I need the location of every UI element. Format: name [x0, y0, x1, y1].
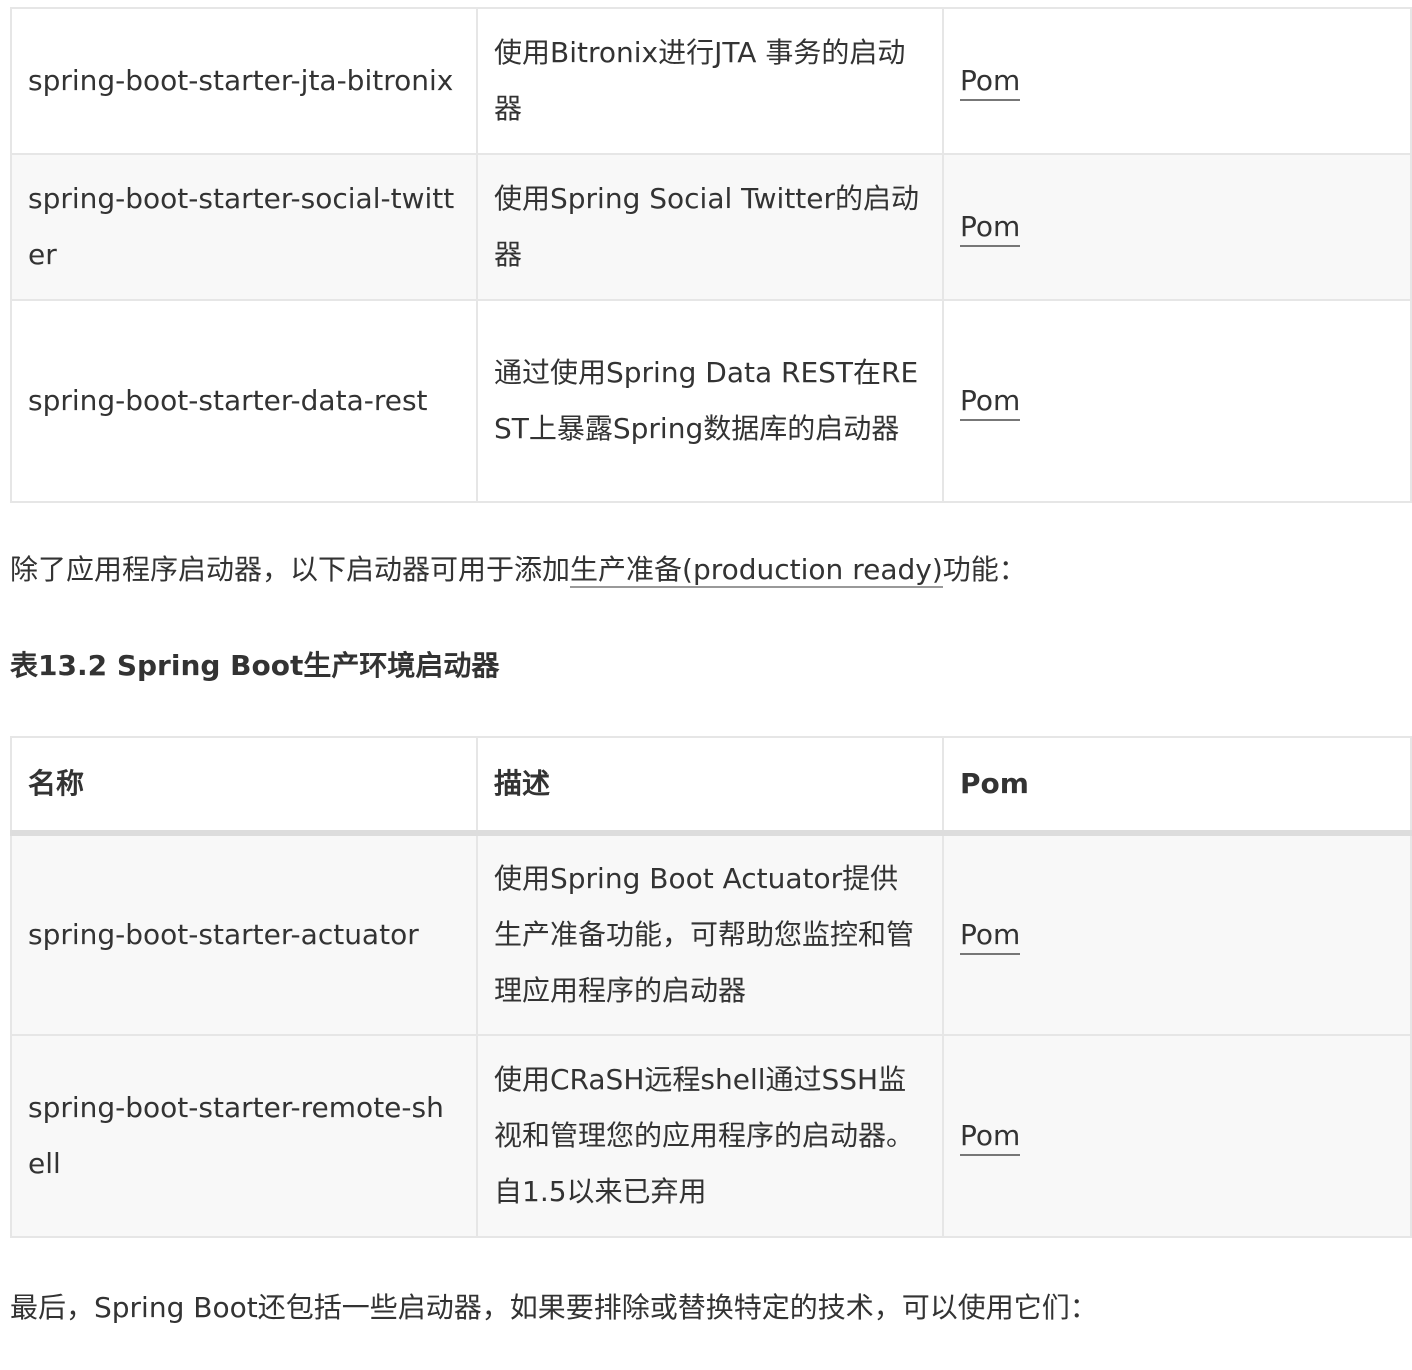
- starter-description-cell: 使用CRaSH远程shell通过SSH监视和管理您的应用程序的启动器。 自1.5…: [476, 1034, 944, 1238]
- starters-table-continued: spring-boot-starter-jta-bitronix 使用Bitro…: [10, 7, 1412, 503]
- paragraph-text: 功能：: [942, 553, 1027, 586]
- column-header-pom: Pom: [942, 736, 1412, 836]
- closing-paragraph: 最后，Spring Boot还包括一些启动器，如果要排除或替换特定的技术，可以使…: [10, 1291, 1098, 1324]
- pom-cell: Pom: [942, 299, 1412, 503]
- table-row: spring-boot-starter-data-rest 通过使用Spring…: [10, 299, 1412, 503]
- starter-name-cell: spring-boot-starter-jta-bitronix: [10, 7, 478, 155]
- paragraph-text: 除了应用程序启动器，以下启动器可用于添加: [10, 553, 571, 586]
- table-caption: 表13.2 Spring Boot生产环境启动器: [10, 649, 500, 682]
- starter-description-cell: 使用Spring Boot Actuator提供生产准备功能，可帮助您监控和管理…: [476, 832, 944, 1036]
- pom-cell: Pom: [942, 832, 1412, 1036]
- intro-paragraph: 除了应用程序启动器，以下启动器可用于添加生产准备(production read…: [10, 550, 1027, 590]
- starter-name-cell: spring-boot-starter-actuator: [10, 832, 478, 1036]
- table-row: spring-boot-starter-remote-shell 使用CRaSH…: [10, 1034, 1412, 1238]
- pom-cell: Pom: [942, 1034, 1412, 1238]
- column-header-name: 名称: [10, 736, 478, 836]
- production-starters-table: 名称 描述 Pom spring-boot-starter-actuator 使…: [10, 736, 1412, 1238]
- starter-name-cell: spring-boot-starter-social-twitter: [10, 153, 478, 301]
- starter-description-cell: 使用Bitronix进行JTA 事务的启动器: [476, 7, 944, 155]
- pom-link[interactable]: Pom: [960, 210, 1021, 247]
- pom-cell: Pom: [942, 153, 1412, 301]
- pom-link[interactable]: Pom: [960, 384, 1021, 421]
- starter-name-cell: spring-boot-starter-remote-shell: [10, 1034, 478, 1238]
- pom-link[interactable]: Pom: [960, 1119, 1021, 1156]
- column-header-description: 描述: [476, 736, 944, 836]
- pom-link[interactable]: Pom: [960, 64, 1021, 101]
- table-row: spring-boot-starter-social-twitter 使用Spr…: [10, 153, 1412, 301]
- pom-link[interactable]: Pom: [960, 918, 1021, 955]
- table-row: spring-boot-starter-jta-bitronix 使用Bitro…: [10, 7, 1412, 155]
- table-row: spring-boot-starter-actuator 使用Spring Bo…: [10, 832, 1412, 1036]
- starter-name-cell: spring-boot-starter-data-rest: [10, 299, 478, 503]
- production-ready-link[interactable]: 生产准备(production ready): [570, 553, 943, 588]
- table-header-row: 名称 描述 Pom: [10, 736, 1412, 836]
- starter-description-cell: 使用Spring Social Twitter的启动器: [476, 153, 944, 301]
- pom-cell: Pom: [942, 7, 1412, 155]
- starter-description-cell: 通过使用Spring Data REST在REST上暴露Spring数据库的启动…: [476, 299, 944, 503]
